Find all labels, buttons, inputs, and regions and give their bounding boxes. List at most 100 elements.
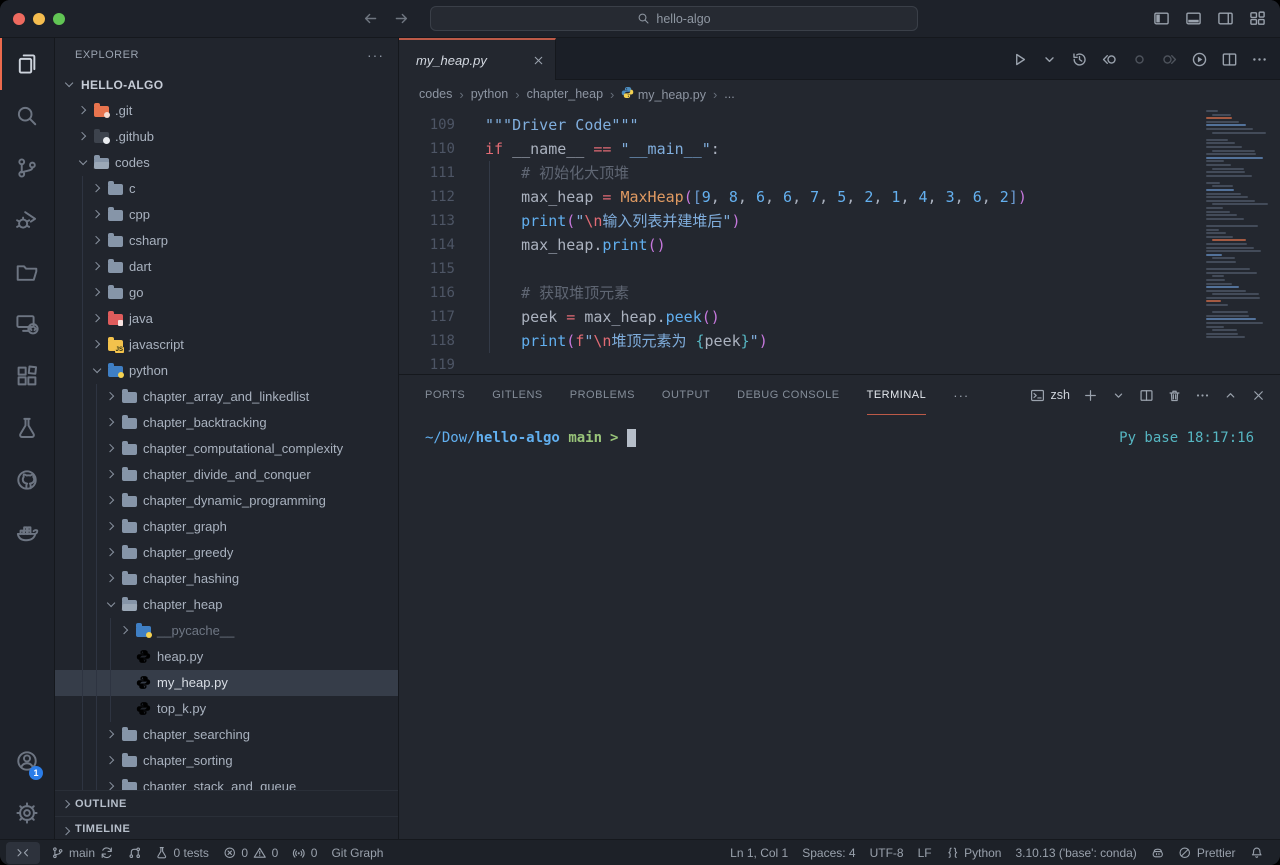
chevron-right-icon[interactable] bbox=[89, 207, 105, 223]
tree-item-codes[interactable]: codes bbox=[55, 150, 398, 176]
statusbar-item-copilot[interactable] bbox=[1144, 842, 1172, 864]
activity-item-extensions[interactable] bbox=[0, 350, 54, 402]
run-dropdown-icon[interactable] bbox=[1041, 51, 1058, 68]
toggle-primary-sidebar-icon[interactable] bbox=[1153, 10, 1170, 27]
statusbar-item-cursor-position[interactable]: Ln 1, Col 1 bbox=[723, 842, 795, 864]
chevron-down-icon[interactable] bbox=[103, 597, 119, 613]
code-line-113[interactable]: 113 print("\n输入列表并建堆后") bbox=[399, 209, 1280, 233]
run-interactive-icon[interactable] bbox=[1191, 51, 1208, 68]
chevron-right-icon[interactable] bbox=[103, 727, 119, 743]
close-tab-icon[interactable] bbox=[532, 54, 545, 67]
tree-item-heap.py[interactable]: heap.py bbox=[55, 644, 398, 670]
minimize-window-button[interactable] bbox=[33, 13, 45, 25]
activity-item-search[interactable] bbox=[0, 90, 54, 142]
chevron-right-icon[interactable] bbox=[89, 285, 105, 301]
shell-name[interactable]: zsh bbox=[1051, 388, 1070, 402]
code-line-110[interactable]: 110if __name__ == "__main__": bbox=[399, 137, 1280, 161]
explorer-more-actions[interactable]: ··· bbox=[367, 47, 384, 63]
tree-item-cpp[interactable]: cpp bbox=[55, 202, 398, 228]
panel-tab-terminal[interactable]: TERMINAL bbox=[867, 375, 927, 415]
run-python-file-icon[interactable] bbox=[1011, 51, 1028, 68]
timeline-section[interactable]: TIMELINE bbox=[55, 816, 398, 839]
chevron-right-icon[interactable] bbox=[103, 519, 119, 535]
panel-tab-problems[interactable]: PROBLEMS bbox=[570, 375, 635, 415]
tree-item-dart[interactable]: dart bbox=[55, 254, 398, 280]
new-terminal-icon[interactable] bbox=[1083, 388, 1098, 403]
statusbar-item-git-branch[interactable]: main bbox=[44, 842, 121, 864]
tree-item-c[interactable]: c bbox=[55, 176, 398, 202]
launch-profile-icon[interactable] bbox=[1111, 388, 1126, 403]
open-changes-back-icon[interactable] bbox=[1101, 51, 1118, 68]
kill-terminal-icon[interactable] bbox=[1167, 388, 1182, 403]
tree-item-top_k.py[interactable]: top_k.py bbox=[55, 696, 398, 722]
chevron-right-icon[interactable] bbox=[75, 129, 91, 145]
terminal-more-actions-icon[interactable] bbox=[1195, 388, 1210, 403]
statusbar-item-notifications[interactable] bbox=[1243, 842, 1271, 864]
command-center-search[interactable]: hello-algo bbox=[430, 6, 918, 31]
tree-item-python[interactable]: python bbox=[55, 358, 398, 384]
toggle-panel-icon[interactable] bbox=[1185, 10, 1202, 27]
timeline-history-icon[interactable] bbox=[1071, 51, 1088, 68]
outline-section[interactable]: OUTLINE bbox=[55, 790, 398, 816]
tree-item-chapter_greedy[interactable]: chapter_greedy bbox=[55, 540, 398, 566]
activity-item-settings[interactable] bbox=[0, 787, 54, 839]
statusbar-item-ports[interactable]: 0 bbox=[285, 842, 324, 864]
tree-item-chapter_sorting[interactable]: chapter_sorting bbox=[55, 748, 398, 774]
tree-item-chapter_array_and_linkedlist[interactable]: chapter_array_and_linkedlist bbox=[55, 384, 398, 410]
chevron-right-icon[interactable] bbox=[103, 493, 119, 509]
tree-item-csharp[interactable]: csharp bbox=[55, 228, 398, 254]
previous-change-icon[interactable] bbox=[1131, 51, 1148, 68]
next-change-icon[interactable] bbox=[1161, 51, 1178, 68]
breadcrumb-item[interactable]: codes bbox=[419, 87, 452, 101]
chevron-right-icon[interactable] bbox=[103, 545, 119, 561]
chevron-right-icon[interactable] bbox=[89, 259, 105, 275]
chevron-right-icon[interactable] bbox=[89, 181, 105, 197]
statusbar-item-problems[interactable]: 00 bbox=[216, 842, 285, 864]
chevron-down-icon[interactable] bbox=[75, 155, 91, 171]
forward-arrow-icon[interactable] bbox=[393, 10, 410, 27]
activity-item-github[interactable] bbox=[0, 454, 54, 506]
tree-item-chapter_divide_and_conquer[interactable]: chapter_divide_and_conquer bbox=[55, 462, 398, 488]
activity-item-file-explorer-extension[interactable] bbox=[0, 246, 54, 298]
panel-tab-debug-console[interactable]: DEBUG CONSOLE bbox=[737, 375, 839, 415]
terminal[interactable]: ~/Dow/hello-algo main>Py base 18:17:16 bbox=[399, 415, 1280, 839]
maximize-panel-icon[interactable] bbox=[1223, 388, 1238, 403]
customize-layout-icon[interactable] bbox=[1249, 10, 1266, 27]
statusbar-item-git-graph-branch[interactable] bbox=[121, 842, 149, 864]
tree-item-.github[interactable]: .github bbox=[55, 124, 398, 150]
statusbar-item-indentation[interactable]: Spaces: 4 bbox=[795, 842, 862, 864]
breadcrumb-item[interactable]: python bbox=[471, 87, 509, 101]
activity-item-testing[interactable] bbox=[0, 402, 54, 454]
tree-item-my_heap.py[interactable]: my_heap.py bbox=[55, 670, 398, 696]
statusbar-item-encoding[interactable]: UTF-8 bbox=[863, 842, 911, 864]
panel-tab-gitlens[interactable]: GITLENS bbox=[492, 375, 543, 415]
chevron-right-icon[interactable] bbox=[103, 389, 119, 405]
activity-item-remote-explorer[interactable] bbox=[0, 298, 54, 350]
tree-item-java[interactable]: java bbox=[55, 306, 398, 332]
tree-item-chapter_heap[interactable]: chapter_heap bbox=[55, 592, 398, 618]
tree-item-chapter_backtracking[interactable]: chapter_backtracking bbox=[55, 410, 398, 436]
split-editor-icon[interactable] bbox=[1221, 51, 1238, 68]
activity-item-source-control[interactable] bbox=[0, 142, 54, 194]
chevron-right-icon[interactable] bbox=[103, 779, 119, 791]
tree-root-hello-algo[interactable]: HELLO-ALGO bbox=[55, 72, 398, 98]
chevron-down-icon[interactable] bbox=[61, 77, 77, 93]
breadcrumb-item[interactable]: ... bbox=[724, 87, 734, 101]
tree-item-go[interactable]: go bbox=[55, 280, 398, 306]
more-actions-icon[interactable] bbox=[1251, 51, 1268, 68]
breadcrumb-item[interactable]: my_heap.py bbox=[621, 86, 706, 102]
chevron-down-icon[interactable] bbox=[89, 363, 105, 379]
statusbar-item-python-interpreter[interactable]: 3.10.13 ('base': conda) bbox=[1008, 842, 1143, 864]
statusbar-item-git-graph[interactable]: Git Graph bbox=[324, 842, 390, 864]
tree-item-chapter_dynamic_programming[interactable]: chapter_dynamic_programming bbox=[55, 488, 398, 514]
code-line-118[interactable]: 118 print(f"\n堆顶元素为 {peek}") bbox=[399, 329, 1280, 353]
tree-item-chapter_hashing[interactable]: chapter_hashing bbox=[55, 566, 398, 592]
panel-tabs-more[interactable]: ··· bbox=[953, 388, 969, 403]
code-line-109[interactable]: 109"""Driver Code""" bbox=[399, 113, 1280, 137]
chevron-right-icon[interactable] bbox=[89, 233, 105, 249]
tree-item-chapter_computational_complexity[interactable]: chapter_computational_complexity bbox=[55, 436, 398, 462]
chevron-right-icon[interactable] bbox=[117, 623, 133, 639]
breadcrumb-item[interactable]: chapter_heap bbox=[527, 87, 603, 101]
chevron-right-icon[interactable] bbox=[89, 311, 105, 327]
split-terminal-icon[interactable] bbox=[1139, 388, 1154, 403]
